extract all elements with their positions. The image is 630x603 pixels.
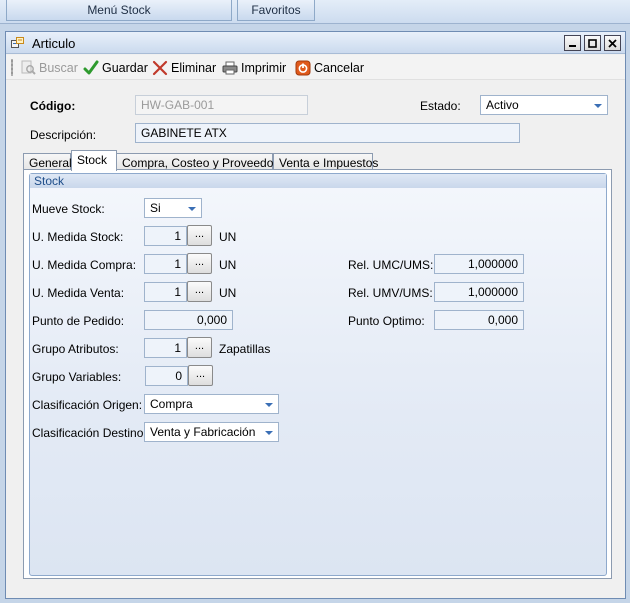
window-titlebar[interactable]: Articulo (6, 32, 625, 54)
um-venta-input[interactable]: 1 (144, 282, 187, 302)
guardar-label: Guardar (102, 61, 148, 75)
codigo-label: Código: (30, 99, 76, 113)
top-menu-bar: Menú Stock Favoritos (0, 0, 630, 24)
form-icon (11, 37, 24, 48)
x-icon (152, 60, 168, 76)
clas-origen-select[interactable]: Compra (144, 394, 279, 414)
estado-label: Estado: (420, 99, 461, 113)
tab-stock-label: Stock (77, 153, 108, 167)
close-icon (608, 38, 617, 48)
buscar-button[interactable]: Buscar (20, 59, 78, 77)
chevron-down-icon (188, 207, 196, 211)
chevron-down-icon (594, 104, 602, 108)
grupo-atributos-label: Grupo Atributos: (32, 342, 119, 356)
checkmark-icon (83, 60, 99, 75)
minimize-icon (569, 44, 576, 47)
descripcion-input[interactable]: GABINETE ATX (135, 123, 520, 143)
clas-destino-select[interactable]: Venta y Fabricación (144, 422, 279, 442)
um-stock-label: U. Medida Stock: (32, 230, 124, 244)
um-venta-browse-button[interactable]: ... (187, 281, 212, 302)
eliminar-label: Eliminar (171, 61, 217, 75)
menu-stock-button[interactable]: Menú Stock (6, 0, 232, 21)
punto-pedido-label: Punto de Pedido: (32, 314, 125, 328)
guardar-button[interactable]: Guardar (83, 59, 148, 77)
chevron-down-icon (265, 403, 273, 407)
estado-value: Activo (486, 98, 519, 112)
rel-umv-input[interactable]: 1,000000 (434, 282, 524, 302)
chevron-down-icon (265, 431, 273, 435)
tab-general-label: General (29, 156, 72, 170)
maximize-icon (588, 38, 597, 48)
descripcion-label: Descripción: (30, 128, 97, 142)
grupo-atributos-browse-button[interactable]: ... (187, 337, 212, 358)
grupo-atributos-input[interactable]: 1 (144, 338, 187, 358)
tab-compra-label: Compra, Costeo y Proveedores (122, 156, 291, 170)
favoritos-label: Favoritos (251, 3, 301, 17)
eliminar-button[interactable]: Eliminar (152, 59, 216, 77)
um-stock-input[interactable]: 1 (144, 226, 187, 246)
punto-optimo-label: Punto Optimo: (348, 314, 425, 328)
mueve-stock-value: Si (150, 201, 161, 215)
clas-origen-value: Compra (150, 397, 193, 411)
grupo-variables-label: Grupo Variables: (32, 370, 122, 384)
grupo-variables-browse-button[interactable]: ... (188, 365, 213, 386)
um-compra-input[interactable]: 1 (144, 254, 187, 274)
mueve-stock-label: Mueve Stock: (32, 202, 105, 216)
rel-umc-label: Rel. UMC/UMS: (348, 258, 434, 272)
um-stock-unit: UN (219, 230, 237, 244)
clas-origen-label: Clasificación Origen: (32, 398, 143, 412)
rel-umv-label: Rel. UMV/UMS: (348, 286, 433, 300)
codigo-input[interactable]: HW-GAB-001 (135, 95, 308, 115)
um-venta-unit: UN (219, 286, 237, 300)
stock-group: Stock Mueve Stock: Si U. Medida Stock: 1… (29, 173, 607, 576)
printer-icon (222, 61, 238, 75)
menu-stock-label: Menú Stock (87, 3, 151, 17)
um-venta-label: U. Medida Venta: (32, 286, 125, 300)
articulo-window: Articulo Buscar Guardar Eliminar Imprimi… (5, 31, 626, 599)
um-compra-label: U. Medida Compra: (32, 258, 137, 272)
grupo-variables-input[interactable]: 0 (145, 366, 188, 386)
um-compra-browse-button[interactable]: ... (187, 253, 212, 274)
tab-stock[interactable]: Stock (71, 150, 117, 171)
mueve-stock-select[interactable]: Si (144, 198, 202, 218)
clas-destino-label: Clasificación Destino: (32, 426, 147, 440)
punto-optimo-input[interactable]: 0,000 (434, 310, 524, 330)
close-button[interactable] (604, 35, 621, 51)
maximize-button[interactable] (584, 35, 601, 51)
toolbar-grip[interactable] (11, 59, 13, 76)
cancel-icon (295, 60, 311, 76)
um-compra-unit: UN (219, 258, 237, 272)
buscar-label: Buscar (39, 61, 78, 75)
search-icon (21, 60, 36, 75)
cancelar-button[interactable]: Cancelar (295, 59, 364, 77)
cancelar-label: Cancelar (314, 61, 365, 75)
clas-destino-value: Venta y Fabricación (150, 425, 256, 439)
um-stock-browse-button[interactable]: ... (187, 225, 212, 246)
rel-umc-input[interactable]: 1,000000 (434, 254, 524, 274)
tab-venta-label: Venta e Impuestos (279, 156, 379, 170)
stock-tab-panel: Stock Mueve Stock: Si U. Medida Stock: 1… (23, 169, 612, 579)
toolbar: Buscar Guardar Eliminar Imprimir Cancela… (6, 55, 625, 80)
window-title: Articulo (32, 36, 76, 51)
estado-select[interactable]: Activo (480, 95, 608, 115)
punto-pedido-input[interactable]: 0,000 (144, 310, 233, 330)
minimize-button[interactable] (564, 35, 581, 51)
grupo-atributos-desc: Zapatillas (219, 342, 271, 356)
stock-group-header: Stock (30, 174, 606, 188)
imprimir-button[interactable]: Imprimir (222, 59, 286, 77)
favoritos-button[interactable]: Favoritos (237, 0, 315, 21)
imprimir-label: Imprimir (241, 61, 287, 75)
